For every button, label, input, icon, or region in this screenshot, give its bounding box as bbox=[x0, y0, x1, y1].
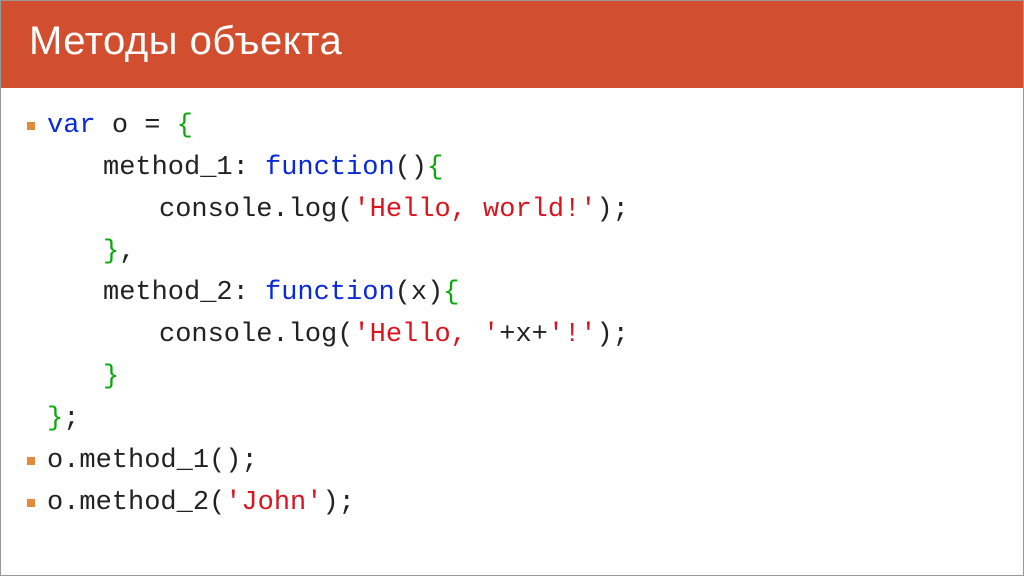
comma: , bbox=[119, 237, 135, 267]
console: console bbox=[159, 195, 272, 225]
brace-open: { bbox=[177, 111, 193, 141]
paren-empty: () bbox=[209, 446, 241, 476]
string-hello: 'Hello, ' bbox=[353, 320, 499, 350]
plus: + bbox=[532, 320, 548, 350]
keyword-function: function bbox=[265, 153, 395, 183]
colon: : bbox=[233, 278, 265, 308]
brace-open: { bbox=[427, 153, 443, 183]
semicolon: ; bbox=[63, 404, 79, 434]
paren-close-semi: ); bbox=[596, 320, 628, 350]
brace-close: } bbox=[47, 404, 63, 434]
log: log bbox=[289, 195, 338, 225]
paren-close-semi: ); bbox=[322, 488, 354, 518]
paren-open: ( bbox=[337, 195, 353, 225]
code-block-1: var o = { method_1: function(){ console.… bbox=[47, 106, 993, 441]
semicolon: ; bbox=[241, 446, 257, 476]
paren-open: ( bbox=[209, 488, 225, 518]
dot: . bbox=[63, 488, 79, 518]
property-2: method_2 bbox=[103, 278, 233, 308]
assign: = bbox=[128, 111, 177, 141]
slide-content: var o = { method_1: function(){ console.… bbox=[1, 88, 1023, 534]
plus: + bbox=[499, 320, 515, 350]
var-x: x bbox=[515, 320, 531, 350]
method-2-call: method_2 bbox=[79, 488, 209, 518]
dot: . bbox=[63, 446, 79, 476]
obj-o: o bbox=[47, 446, 63, 476]
dot: . bbox=[272, 320, 288, 350]
method-1-call: method_1 bbox=[79, 446, 209, 476]
obj-o: o bbox=[47, 488, 63, 518]
paren-open: ( bbox=[395, 278, 411, 308]
dot: . bbox=[272, 195, 288, 225]
param-x: x bbox=[411, 278, 427, 308]
string-john: 'John' bbox=[225, 488, 322, 518]
code-list: var o = { method_1: function(){ console.… bbox=[47, 106, 993, 524]
console: console bbox=[159, 320, 272, 350]
paren-open: ( bbox=[337, 320, 353, 350]
space bbox=[96, 111, 112, 141]
string-bang: '!' bbox=[548, 320, 597, 350]
brace-close: } bbox=[103, 362, 119, 392]
brace-open: { bbox=[443, 278, 459, 308]
paren: () bbox=[395, 153, 427, 183]
paren-close-semi: ); bbox=[596, 195, 628, 225]
keyword-function: function bbox=[265, 278, 395, 308]
code-line-call-1: o.method_1(); bbox=[47, 441, 993, 483]
log: log bbox=[289, 320, 338, 350]
code-line-call-2: o.method_2('John'); bbox=[47, 483, 993, 525]
slide-title: Методы объекта bbox=[1, 1, 1023, 88]
colon: : bbox=[233, 153, 265, 183]
keyword-var: var bbox=[47, 111, 96, 141]
paren-close: ) bbox=[427, 278, 443, 308]
brace-close: } bbox=[103, 237, 119, 267]
property-1: method_1 bbox=[103, 153, 233, 183]
object-name: o bbox=[112, 111, 128, 141]
title-text: Методы объекта bbox=[29, 19, 342, 63]
string-hello-world: 'Hello, world!' bbox=[353, 195, 596, 225]
